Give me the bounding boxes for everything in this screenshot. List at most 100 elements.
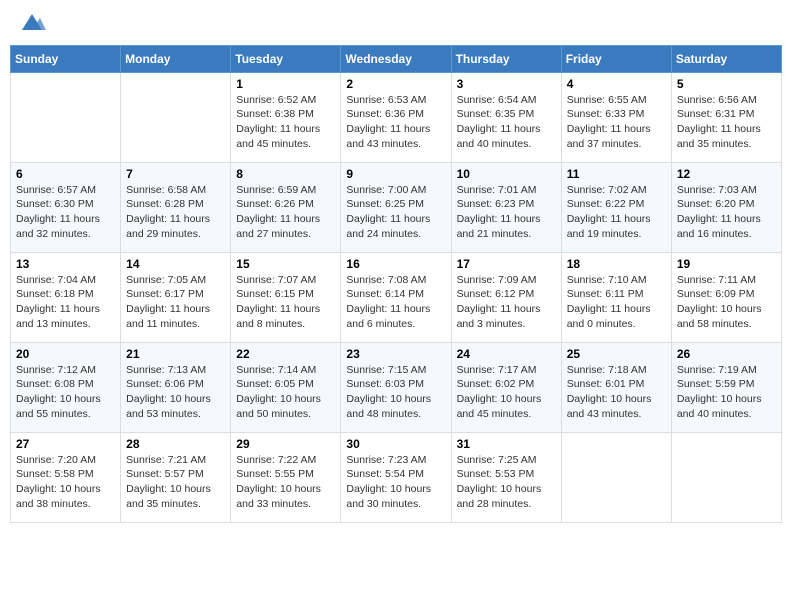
calendar-cell: 26 Sunrise: 7:19 AM Sunset: 5:59 PM Dayli… [671,342,781,432]
day-number: 19 [677,257,776,271]
calendar-cell: 4 Sunrise: 6:55 AM Sunset: 6:33 PM Daylig… [561,72,671,162]
day-detail: Sunrise: 7:00 AM Sunset: 6:25 PM Dayligh… [346,183,445,242]
day-number: 3 [457,77,556,91]
day-detail: Sunrise: 7:18 AM Sunset: 6:01 PM Dayligh… [567,363,666,422]
calendar-cell [11,72,121,162]
calendar-cell: 25 Sunrise: 7:18 AM Sunset: 6:01 PM Dayli… [561,342,671,432]
day-number: 20 [16,347,115,361]
day-number: 26 [677,347,776,361]
weekday-header-friday: Friday [561,45,671,72]
day-detail: Sunrise: 7:15 AM Sunset: 6:03 PM Dayligh… [346,363,445,422]
calendar-cell: 13 Sunrise: 7:04 AM Sunset: 6:18 PM Dayli… [11,252,121,342]
day-number: 22 [236,347,335,361]
calendar-cell: 17 Sunrise: 7:09 AM Sunset: 6:12 PM Dayli… [451,252,561,342]
day-detail: Sunrise: 7:08 AM Sunset: 6:14 PM Dayligh… [346,273,445,332]
day-number: 9 [346,167,445,181]
day-number: 7 [126,167,225,181]
calendar-cell: 28Sunrise: 7:21 AM Sunset: 5:57 PM Dayli… [121,432,231,522]
day-detail: Sunrise: 7:19 AM Sunset: 5:59 PM Dayligh… [677,363,776,422]
day-detail: Sunrise: 6:58 AM Sunset: 6:28 PM Dayligh… [126,183,225,242]
day-number: 16 [346,257,445,271]
weekday-header-tuesday: Tuesday [231,45,341,72]
calendar-table: SundayMondayTuesdayWednesdayThursdayFrid… [10,45,782,523]
calendar-cell: 5 Sunrise: 6:56 AM Sunset: 6:31 PM Daylig… [671,72,781,162]
calendar-week-1: 1 Sunrise: 6:52 AM Sunset: 6:38 PM Daylig… [11,72,782,162]
day-number: 1 [236,77,335,91]
calendar-cell: 24 Sunrise: 7:17 AM Sunset: 6:02 PM Dayli… [451,342,561,432]
calendar-cell: 30Sunrise: 7:23 AM Sunset: 5:54 PM Dayli… [341,432,451,522]
calendar-cell: 19 Sunrise: 7:11 AM Sunset: 6:09 PM Dayli… [671,252,781,342]
calendar-cell [561,432,671,522]
day-detail: Sunrise: 7:05 AM Sunset: 6:17 PM Dayligh… [126,273,225,332]
calendar-cell: 16 Sunrise: 7:08 AM Sunset: 6:14 PM Dayli… [341,252,451,342]
day-number: 2 [346,77,445,91]
day-detail: Sunrise: 7:03 AM Sunset: 6:20 PM Dayligh… [677,183,776,242]
weekday-header-wednesday: Wednesday [341,45,451,72]
calendar-cell: 8 Sunrise: 6:59 AM Sunset: 6:26 PM Daylig… [231,162,341,252]
day-number: 14 [126,257,225,271]
calendar-cell: 10Sunrise: 7:01 AM Sunset: 6:23 PM Dayli… [451,162,561,252]
day-detail: Sunrise: 7:14 AM Sunset: 6:05 PM Dayligh… [236,363,335,422]
calendar-cell [671,432,781,522]
day-detail: Sunrise: 6:56 AM Sunset: 6:31 PM Dayligh… [677,93,776,152]
day-number: 15 [236,257,335,271]
day-detail: Sunrise: 6:55 AM Sunset: 6:33 PM Dayligh… [567,93,666,152]
day-detail: Sunrise: 7:20 AM Sunset: 5:58 PM Dayligh… [16,453,115,512]
day-detail: Sunrise: 6:57 AM Sunset: 6:30 PM Dayligh… [16,183,115,242]
calendar-week-3: 13 Sunrise: 7:04 AM Sunset: 6:18 PM Dayli… [11,252,782,342]
day-number: 11 [567,167,666,181]
calendar-cell: 9 Sunrise: 7:00 AM Sunset: 6:25 PM Daylig… [341,162,451,252]
calendar-cell: 20Sunrise: 7:12 AM Sunset: 6:08 PM Dayli… [11,342,121,432]
day-detail: Sunrise: 7:21 AM Sunset: 5:57 PM Dayligh… [126,453,225,512]
calendar-cell: 31 Sunrise: 7:25 AM Sunset: 5:53 PM Dayli… [451,432,561,522]
day-detail: Sunrise: 7:22 AM Sunset: 5:55 PM Dayligh… [236,453,335,512]
day-number: 18 [567,257,666,271]
day-number: 30 [346,437,445,451]
day-number: 6 [16,167,115,181]
day-number: 5 [677,77,776,91]
calendar-cell: 6 Sunrise: 6:57 AM Sunset: 6:30 PM Daylig… [11,162,121,252]
calendar-cell: 29Sunrise: 7:22 AM Sunset: 5:55 PM Dayli… [231,432,341,522]
logo [14,10,46,37]
day-detail: Sunrise: 6:59 AM Sunset: 6:26 PM Dayligh… [236,183,335,242]
day-number: 24 [457,347,556,361]
day-detail: Sunrise: 7:11 AM Sunset: 6:09 PM Dayligh… [677,273,776,332]
calendar-cell [121,72,231,162]
day-detail: Sunrise: 7:02 AM Sunset: 6:22 PM Dayligh… [567,183,666,242]
day-number: 27 [16,437,115,451]
calendar-cell: 7 Sunrise: 6:58 AM Sunset: 6:28 PM Daylig… [121,162,231,252]
day-number: 12 [677,167,776,181]
day-number: 17 [457,257,556,271]
calendar-cell: 12 Sunrise: 7:03 AM Sunset: 6:20 PM Dayli… [671,162,781,252]
day-detail: Sunrise: 7:04 AM Sunset: 6:18 PM Dayligh… [16,273,115,332]
day-number: 23 [346,347,445,361]
day-number: 8 [236,167,335,181]
day-detail: Sunrise: 7:09 AM Sunset: 6:12 PM Dayligh… [457,273,556,332]
day-number: 4 [567,77,666,91]
calendar-week-2: 6 Sunrise: 6:57 AM Sunset: 6:30 PM Daylig… [11,162,782,252]
day-number: 13 [16,257,115,271]
calendar-cell: 21Sunrise: 7:13 AM Sunset: 6:06 PM Dayli… [121,342,231,432]
calendar-cell: 14 Sunrise: 7:05 AM Sunset: 6:17 PM Dayli… [121,252,231,342]
day-detail: Sunrise: 6:53 AM Sunset: 6:36 PM Dayligh… [346,93,445,152]
calendar-cell: 22 Sunrise: 7:14 AM Sunset: 6:05 PM Dayli… [231,342,341,432]
day-detail: Sunrise: 7:17 AM Sunset: 6:02 PM Dayligh… [457,363,556,422]
day-detail: Sunrise: 6:52 AM Sunset: 6:38 PM Dayligh… [236,93,335,152]
calendar-week-4: 20Sunrise: 7:12 AM Sunset: 6:08 PM Dayli… [11,342,782,432]
day-number: 10 [457,167,556,181]
day-number: 31 [457,437,556,451]
page-header [10,10,782,37]
day-detail: Sunrise: 6:54 AM Sunset: 6:35 PM Dayligh… [457,93,556,152]
day-detail: Sunrise: 7:07 AM Sunset: 6:15 PM Dayligh… [236,273,335,332]
calendar-cell: 11 Sunrise: 7:02 AM Sunset: 6:22 PM Dayli… [561,162,671,252]
day-number: 21 [126,347,225,361]
weekday-header-thursday: Thursday [451,45,561,72]
calendar-cell: 2 Sunrise: 6:53 AM Sunset: 6:36 PM Daylig… [341,72,451,162]
day-detail: Sunrise: 7:10 AM Sunset: 6:11 PM Dayligh… [567,273,666,332]
calendar-cell: 1 Sunrise: 6:52 AM Sunset: 6:38 PM Daylig… [231,72,341,162]
calendar-cell: 15 Sunrise: 7:07 AM Sunset: 6:15 PM Dayli… [231,252,341,342]
calendar-cell: 3 Sunrise: 6:54 AM Sunset: 6:35 PM Daylig… [451,72,561,162]
day-detail: Sunrise: 7:25 AM Sunset: 5:53 PM Dayligh… [457,453,556,512]
calendar-cell: 27 Sunrise: 7:20 AM Sunset: 5:58 PM Dayli… [11,432,121,522]
day-number: 25 [567,347,666,361]
